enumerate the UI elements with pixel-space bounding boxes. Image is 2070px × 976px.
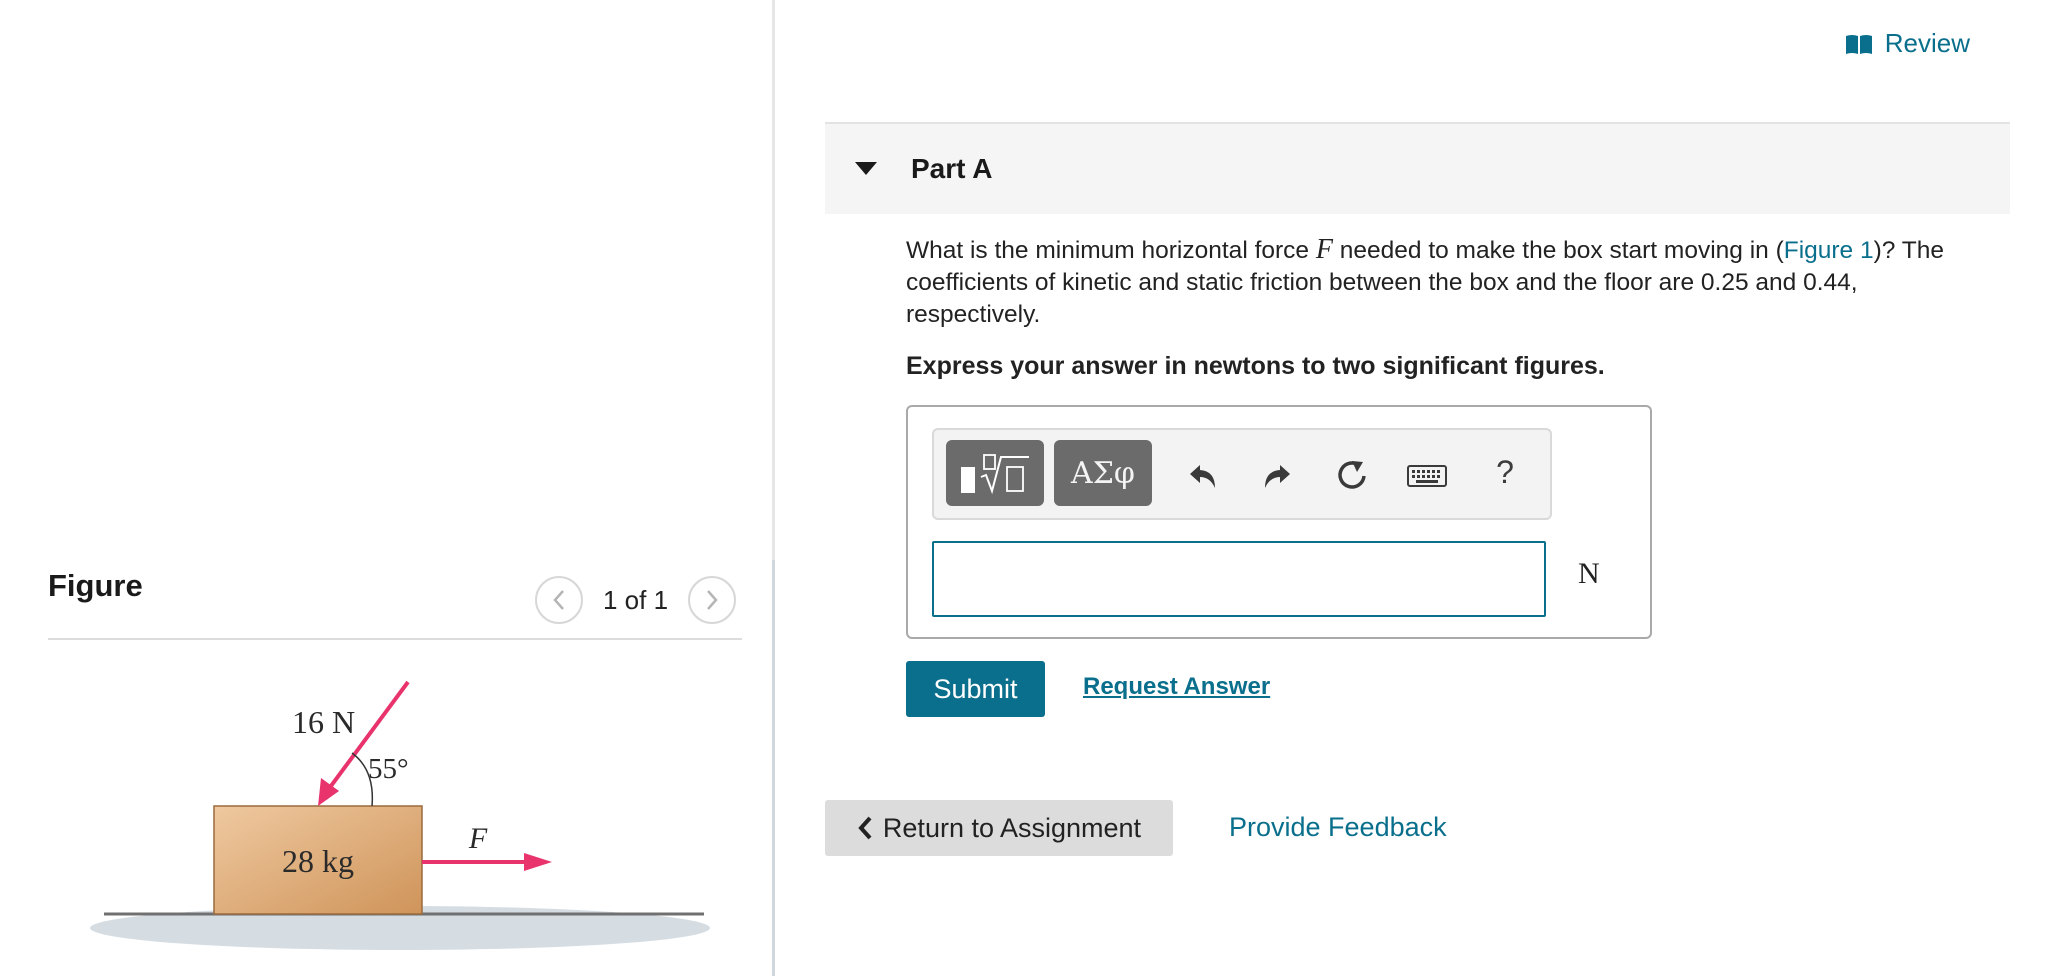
question-text-middle: needed to make the box start moving in ( — [1332, 237, 1784, 264]
figure-prev-button[interactable] — [535, 576, 583, 624]
request-answer-link[interactable]: Request Answer — [1083, 673, 1270, 701]
applied-force-label: 16 N — [292, 704, 355, 740]
question-variable: F — [1315, 234, 1333, 265]
figure-next-button[interactable] — [688, 576, 737, 624]
part-title: Part A — [911, 153, 993, 184]
return-label: Return to Assignment — [882, 812, 1142, 843]
review-link[interactable]: Review — [1845, 28, 1970, 59]
undo-button[interactable] — [1184, 454, 1224, 498]
part-collapse-toggle[interactable] — [851, 154, 881, 184]
keyboard-icon — [1407, 465, 1447, 487]
provide-feedback-link[interactable]: Provide Feedback — [1229, 812, 1447, 843]
angle-label: 55° — [368, 753, 409, 785]
help-button[interactable]: ? — [1490, 450, 1520, 494]
question-text-before: What is the minimum horizontal force — [906, 237, 1316, 264]
redo-icon — [1265, 465, 1290, 488]
templates-button[interactable] — [946, 440, 1044, 506]
review-label: Review — [1884, 28, 1970, 58]
force-f-label: F — [468, 822, 488, 855]
math-toolbar: ΑΣφ ? — [932, 428, 1552, 520]
undo-icon — [1190, 465, 1215, 488]
answer-instruction: Express your answer in newtons to two si… — [906, 352, 1605, 380]
question-text: What is the minimum horizontal force F n… — [906, 234, 1996, 331]
submit-button[interactable]: Submit — [906, 661, 1045, 717]
reset-icon — [1338, 461, 1366, 489]
figure-divider — [48, 638, 742, 640]
answer-box: ΑΣφ ? N — [906, 405, 1652, 639]
force-f-arrowhead — [524, 853, 552, 871]
return-to-assignment-button[interactable]: Return to Assignment — [825, 800, 1173, 856]
keyboard-button[interactable] — [1404, 454, 1450, 498]
symbols-button[interactable]: ΑΣφ — [1054, 440, 1152, 506]
book-icon — [1845, 34, 1872, 54]
figure-page-indicator: 1 of 1 — [603, 584, 669, 615]
box-mass-label: 28 kg — [282, 843, 354, 879]
figure-link[interactable]: Figure 1 — [1784, 237, 1874, 264]
figure-title: Figure — [48, 568, 143, 603]
chevron-left-icon — [553, 590, 564, 610]
templates-icon — [961, 454, 1029, 495]
figure-image: 28 kg 16 N 55° F — [90, 680, 710, 950]
answer-unit: N — [1578, 557, 1600, 590]
caret-down-icon — [855, 162, 877, 175]
chevron-left-icon — [858, 816, 872, 840]
chevron-right-icon — [707, 590, 718, 610]
reset-button[interactable] — [1332, 454, 1372, 498]
part-a-header[interactable]: Part A — [825, 122, 2010, 214]
redo-button[interactable] — [1256, 454, 1296, 498]
answer-input[interactable] — [932, 541, 1546, 617]
figure-pager: 1 of 1 — [535, 575, 737, 625]
panel-divider — [772, 0, 775, 976]
